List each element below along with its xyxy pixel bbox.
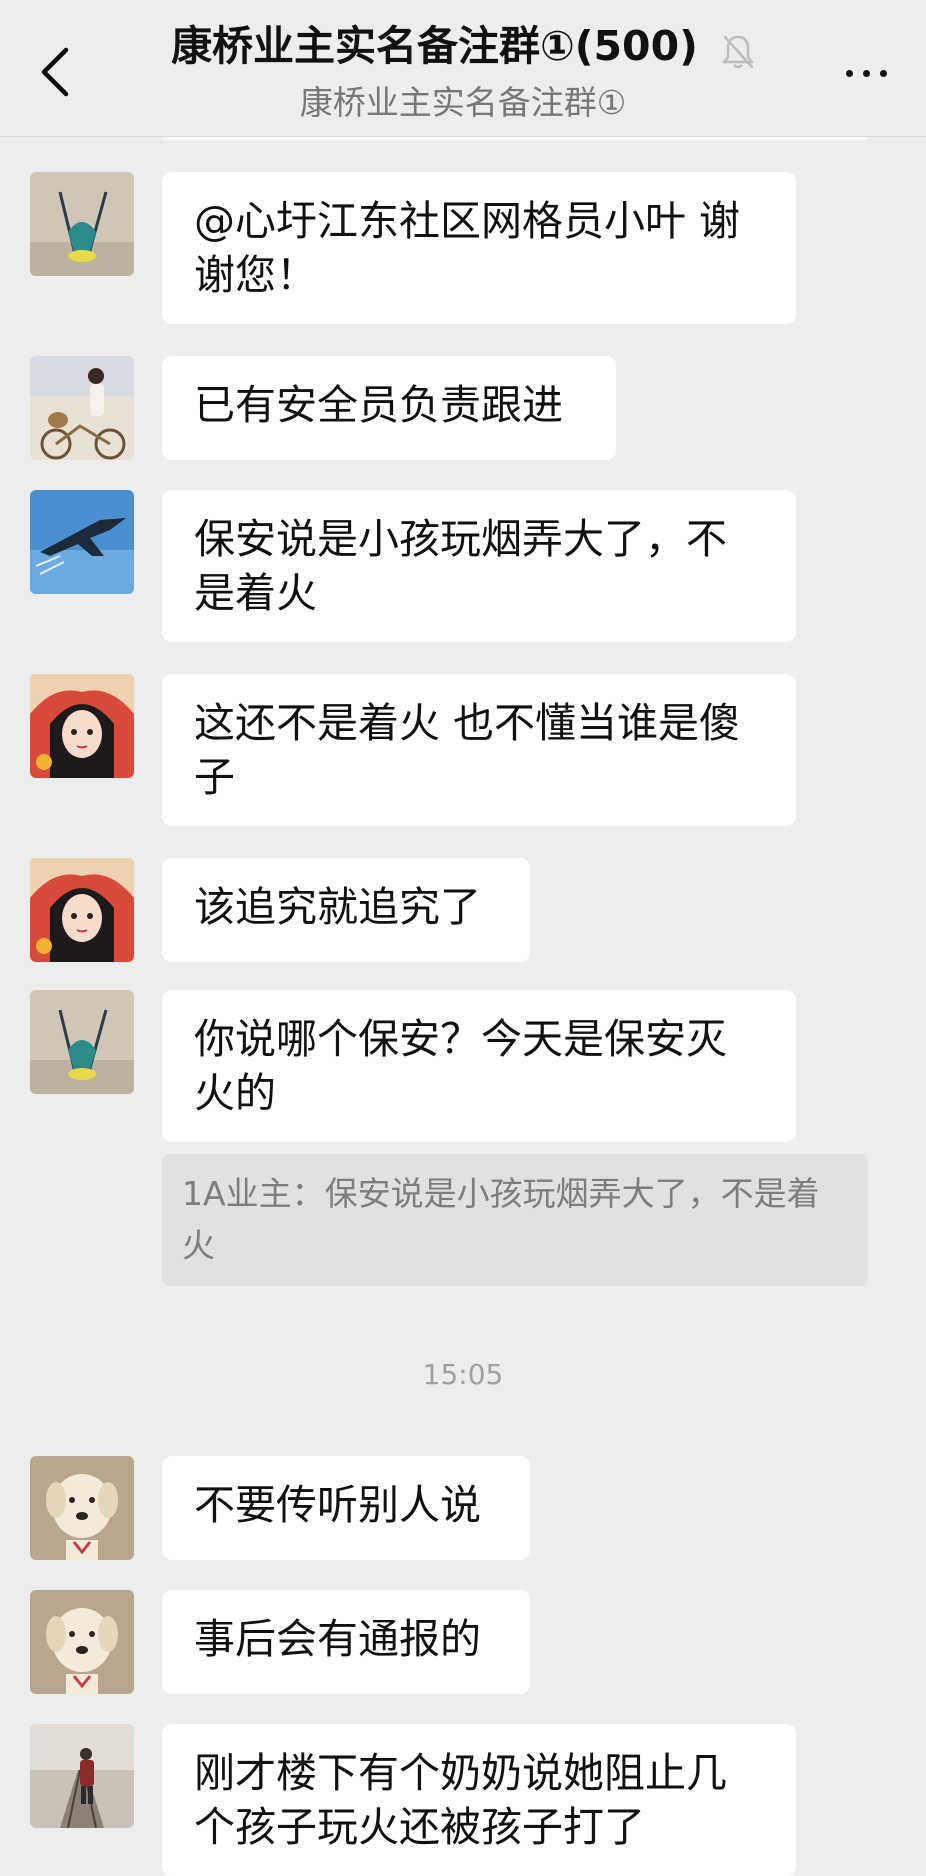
- dog-avatar-icon: [30, 1456, 134, 1560]
- avatar[interactable]: [30, 1456, 134, 1560]
- avatar[interactable]: [30, 172, 134, 276]
- message-bubble[interactable]: 你说哪个保安？今天是保安灭火的: [162, 990, 796, 1142]
- message-bubble[interactable]: @心圩江东社区网格员小叶 谢谢您！: [162, 172, 796, 324]
- title-row: 康桥业主实名备注群①(500): [0, 18, 926, 75]
- girl-avatar-icon: [30, 858, 134, 962]
- more-dot-icon: [880, 70, 887, 77]
- group-subtitle: 康桥业主实名备注群①: [299, 83, 627, 122]
- avatar[interactable]: [30, 356, 134, 460]
- message-bubble[interactable]: 刚才楼下有个奶奶说她阻止几个孩子玩火还被孩子打了: [162, 1724, 796, 1876]
- message-bubble[interactable]: 这还不是着火 也不懂当谁是傻子: [162, 674, 796, 826]
- plant-avatar-icon: [30, 172, 134, 276]
- avatar[interactable]: [30, 858, 134, 962]
- message-bubble[interactable]: 事后会有通报的: [162, 1590, 530, 1694]
- message-bubble[interactable]: 该追究就追究了: [162, 858, 530, 962]
- girl-avatar-icon: [30, 674, 134, 778]
- quoted-message[interactable]: 1A业主：保安说是小孩玩烟弄大了，不是着火: [162, 1154, 868, 1286]
- avatar[interactable]: [30, 1590, 134, 1694]
- avatar[interactable]: [30, 674, 134, 778]
- mute-bell-icon: [721, 33, 755, 71]
- dog-avatar-icon: [30, 1590, 134, 1694]
- jet-avatar-icon: [30, 490, 134, 594]
- chat-messages[interactable]: @心圩江东社区网格员小叶 谢谢您！ 已有安全员负责跟进 保安说是小孩玩烟弄大了，…: [0, 136, 926, 1876]
- avatar[interactable]: [30, 1724, 134, 1828]
- group-title[interactable]: 康桥业主实名备注群①(500): [171, 18, 698, 74]
- plant-avatar-icon: [30, 990, 134, 1094]
- cyclist-avatar-icon: [30, 356, 134, 460]
- more-dot-icon: [863, 70, 870, 77]
- message-bubble[interactable]: 不要传听别人说: [162, 1456, 530, 1560]
- chat-header: 康桥业主实名备注群①(500) 康桥业主实名备注群①: [0, 0, 926, 137]
- message-bubble[interactable]: 已有安全员负责跟进: [162, 356, 616, 460]
- railway-avatar-icon: [30, 1724, 134, 1828]
- more-options-button[interactable]: [842, 58, 890, 88]
- avatar[interactable]: [30, 990, 134, 1094]
- more-dot-icon: [846, 70, 853, 77]
- avatar[interactable]: [30, 490, 134, 594]
- message-bubble[interactable]: 保安说是小孩玩烟弄大了，不是着火: [162, 490, 796, 642]
- timestamp: 15:05: [422, 1358, 504, 1391]
